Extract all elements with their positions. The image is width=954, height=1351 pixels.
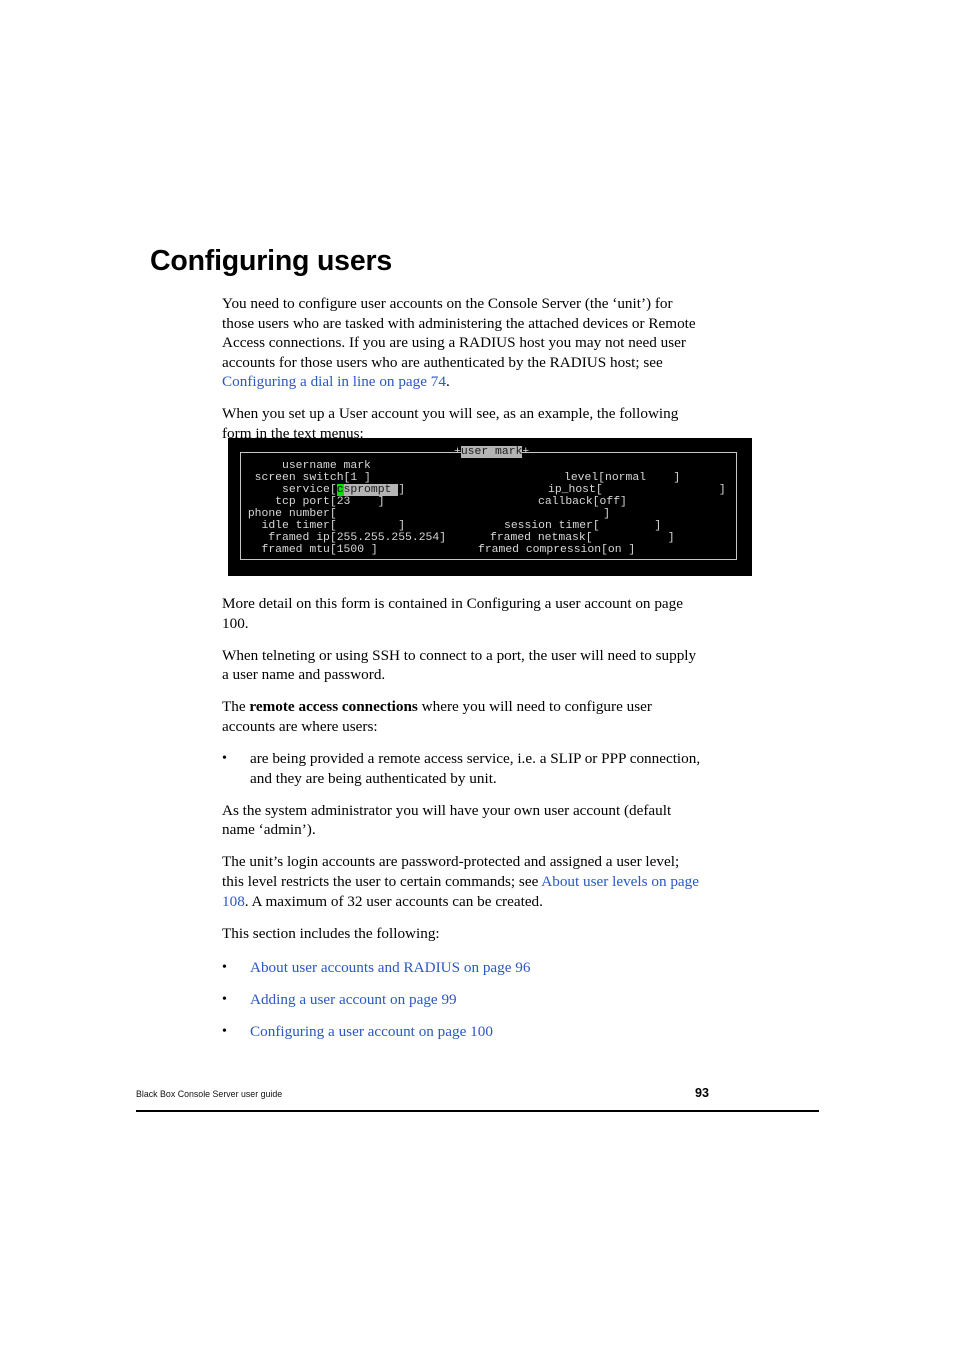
terminal-line-tcp-port: tcp port[23 ] (241, 496, 385, 508)
list-item: • About user accounts and RADIUS on page… (222, 958, 704, 978)
terminal-line-username: username mark (241, 460, 371, 472)
link-configuring-a-user-account[interactable]: Configuring a user account on page 100 (250, 1022, 704, 1042)
paragraph-system-administrator: As the system administrator you will hav… (222, 801, 672, 839)
terminal-callback-field: callback[off] (538, 496, 627, 508)
bullet-icon: • (222, 751, 227, 767)
body-text-block: More detail on this form is contained in… (222, 594, 704, 1053)
paragraph-intro-text: You need to configure user accounts on t… (222, 295, 696, 371)
footer-page-number: 93 (695, 1086, 710, 1100)
terminal-line-screen-switch: screen switch[1 ] (241, 472, 371, 484)
paragraph-remote-access: The remote access connections where you … (222, 697, 704, 736)
terminal-line-framed-netmask: framed netmask[ ] (490, 532, 675, 544)
footer-document-title: Black Box Console Server user guide (136, 1089, 283, 1100)
terminal-line-idle-timer: idle timer[ ] (241, 520, 406, 532)
terminal-screen-switch-field: screen switch[1 ] (241, 472, 371, 484)
terminal-title-plus-left: + (454, 446, 461, 458)
terminal-text-content: +user mark+ username mark screen switch[… (228, 438, 752, 576)
paragraph-login-accounts: The unit’s login accounts are password-p… (222, 852, 704, 911)
list-item: • Adding a user account on page 99 (222, 990, 704, 1010)
terminal-title-text: user mark (460, 446, 523, 458)
bullet-icon: • (222, 991, 227, 1007)
terminal-service-value: sprompt (343, 484, 399, 496)
terminal-service-bracket-close: ] (398, 484, 406, 496)
bullet-icon: • (222, 960, 227, 976)
terminal-line-framed-mtu: framed mtu[1500 ] (241, 544, 378, 556)
terminal-username-label: username mark (241, 460, 371, 472)
paragraph-telnet-ssh: When telneting or using SSH to connect t… (222, 646, 697, 684)
terminal-line-service: service[csprompt ] (241, 484, 405, 496)
terminal-line-phone-number: phone number[ ] (241, 508, 610, 520)
link-configuring-dial-in-line[interactable]: Configuring a dial in line on page 74 (222, 373, 446, 390)
paragraph-remote-access-prefix: The (222, 698, 250, 716)
terminal-tcp-port-field: tcp port[23 ] (241, 496, 385, 508)
terminal-phone-number-field: phone number[ ] (241, 508, 611, 520)
terminal-line-ip-host: ip_host[ ] (548, 484, 726, 496)
bullet-icon: • (222, 1023, 227, 1039)
link-adding-a-user-account[interactable]: Adding a user account on page 99 (250, 990, 704, 1010)
terminal-level-field: level[normal ] (564, 472, 681, 484)
terminal-ip-host-field: ip_host[ ] (548, 484, 726, 496)
terminal-cursor: c (336, 484, 344, 496)
terminal-framed-ip-field: framed ip[255.255.255.254] (241, 532, 447, 544)
terminal-session-timer-field: session timer[ ] (504, 520, 662, 532)
paragraph-login-accounts-suffix: . A maximum of 32 user accounts can be c… (244, 892, 543, 910)
terminal-line-framed-ip: framed ip[255.255.255.254] (241, 532, 446, 544)
footer-divider (136, 1110, 819, 1112)
paragraph-remote-access-bold: remote access connections (249, 698, 418, 716)
terminal-line-framed-compression: framed compression[on ] (478, 544, 635, 556)
terminal-framed-mtu-field: framed mtu[1500 ] (241, 544, 378, 556)
terminal-title-plus-right: + (522, 446, 530, 458)
terminal-line-callback: callback[off] (538, 496, 627, 508)
paragraph-section-includes: This section includes the following: (222, 924, 440, 942)
terminal-framed-netmask-field: framed netmask[ ] (490, 532, 675, 544)
list-item: • are being provided a remote access ser… (222, 749, 704, 788)
paragraph-more-detail: More detail on this form is contained in… (222, 595, 683, 632)
terminal-line-level: level[normal ] (564, 472, 680, 484)
intro-text-block: You need to configure user accounts on t… (222, 294, 704, 442)
list-item: • Configuring a user account on page 100 (222, 1022, 704, 1042)
terminal-line-session-timer: session timer[ ] (504, 520, 661, 532)
terminal-title-line: +user mark+ (454, 446, 529, 458)
document-page: Configuring users +user mark+ username m… (0, 0, 954, 1351)
page-title: Configuring users (150, 245, 393, 277)
terminal-idle-timer-field: idle timer[ ] (241, 520, 406, 532)
paragraph-intro: You need to configure user accounts on t… (222, 294, 704, 392)
paragraph-user-account-form: When you set up a User account you will … (222, 405, 679, 443)
terminal-screenshot-figure: +user mark+ username mark screen switch[… (228, 438, 752, 576)
terminal-framed-compression-field: framed compression[on ] (478, 544, 636, 556)
terminal-service-label: service[ (241, 484, 337, 496)
link-about-user-accounts-radius[interactable]: About user accounts and RADIUS on page 9… (250, 958, 704, 978)
list-item-label: are being provided a remote access servi… (250, 750, 701, 787)
paragraph-intro-period: . (445, 373, 450, 391)
